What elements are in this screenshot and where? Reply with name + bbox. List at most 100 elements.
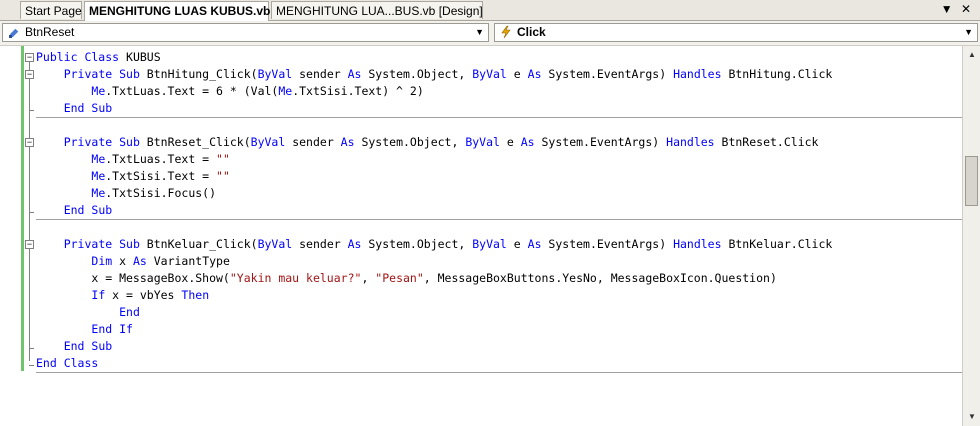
code-token: e	[506, 67, 528, 81]
keyword-token: End If	[91, 322, 133, 336]
code-line[interactable]: Me.TxtLuas.Text = 6 * (Val(Me.TxtSisi.Te…	[36, 83, 832, 100]
editor-gutter	[0, 46, 22, 426]
close-icon[interactable]: ✕	[958, 2, 974, 16]
code-token: System.EventArgs)	[541, 67, 674, 81]
collapse-icon[interactable]: −	[25, 70, 34, 79]
keyword-token: Dim	[91, 254, 113, 268]
procedure-separator	[36, 372, 962, 373]
code-text[interactable]: Public Class KUBUS Private Sub BtnHitung…	[36, 49, 832, 372]
keyword-token: ByVal	[465, 135, 500, 149]
tab-start-page[interactable]: Start Page	[20, 1, 82, 19]
vertical-scrollbar[interactable]: ▲ ▼	[962, 46, 980, 426]
saved-changes-bar	[21, 46, 24, 371]
object-icon	[9, 28, 19, 38]
collapse-icon[interactable]: −	[25, 240, 34, 249]
code-line[interactable]	[36, 117, 832, 134]
code-token: System.EventArgs)	[541, 237, 674, 251]
keyword-token: Me	[91, 169, 106, 183]
keyword-token: End Sub	[63, 339, 113, 353]
keyword-token: Private Sub	[63, 237, 140, 251]
code-token: x = MessageBox.Show(	[36, 271, 230, 285]
document-tab-bar: Start Page MENGHITUNG LUAS KUBUS.vb MENG…	[0, 0, 980, 21]
code-line[interactable]: Me.TxtSisi.Focus()	[36, 185, 832, 202]
code-line[interactable]: End	[36, 304, 832, 321]
outline-end	[29, 348, 34, 349]
tab-code-file[interactable]: MENGHITUNG LUAS KUBUS.vb	[84, 1, 270, 21]
code-line[interactable]: End Sub	[36, 338, 832, 355]
keyword-token: As	[520, 135, 535, 149]
member-combo[interactable]: Click ▼	[494, 23, 978, 42]
outline-end	[29, 365, 34, 366]
code-token: .TxtSisi.Focus()	[105, 186, 217, 200]
scroll-up-button[interactable]: ▲	[964, 47, 980, 63]
member-combo-value: Click	[517, 25, 546, 39]
chevron-down-icon[interactable]: ▼	[939, 2, 955, 16]
object-combo[interactable]: BtnReset ▼	[2, 23, 489, 42]
object-combo-value: BtnReset	[25, 25, 75, 39]
code-line[interactable]: x = MessageBox.Show("Yakin mau keluar?",…	[36, 270, 832, 287]
code-line[interactable]: Dim x As VariantType	[36, 253, 832, 270]
code-token: sender	[285, 135, 341, 149]
code-token: VariantType	[146, 254, 230, 268]
code-line[interactable]: If x = vbYes Then	[36, 287, 832, 304]
code-line[interactable]: Private Sub BtnHitung_Click(ByVal sender…	[36, 66, 833, 83]
keyword-token: End Class	[36, 356, 99, 370]
code-token: .TxtSisi.Text =	[105, 169, 217, 183]
keyword-token: ByVal	[472, 237, 507, 251]
code-line[interactable]: End Sub	[36, 202, 832, 219]
code-token: , MessageBoxButtons.YesNo, MessageBoxIco…	[423, 271, 777, 285]
keyword-token: End Sub	[63, 101, 113, 115]
collapse-icon[interactable]: −	[25, 138, 34, 147]
string-token: ""	[216, 169, 230, 183]
tab-design-file[interactable]: MENGHITUNG LUA...BUS.vb [Design]	[271, 1, 483, 19]
code-token: System.Object,	[361, 237, 473, 251]
code-line[interactable]: Public Class KUBUS	[36, 49, 832, 66]
code-line[interactable]: Private Sub BtnKeluar_Click(ByVal sender…	[36, 236, 833, 253]
keyword-token: As	[340, 135, 355, 149]
code-line[interactable]: Me.TxtLuas.Text = ""	[36, 151, 832, 168]
keyword-token: ByVal	[257, 237, 293, 251]
scroll-down-button[interactable]: ▼	[964, 409, 980, 425]
code-line[interactable]: End If	[36, 321, 832, 338]
chevron-down-icon[interactable]: ▼	[964, 24, 973, 41]
string-token: "Yakin mau keluar?"	[229, 271, 362, 285]
code-token: System.EventArgs)	[534, 135, 667, 149]
code-editor[interactable]: − − − − Public Class KUBUS Private Sub B…	[0, 46, 962, 426]
keyword-token: Me	[91, 84, 106, 98]
code-line[interactable]	[36, 219, 832, 236]
chevron-down-icon[interactable]: ▼	[475, 24, 484, 41]
code-line[interactable]: End Sub	[36, 100, 832, 117]
keyword-token: As	[347, 237, 362, 251]
code-token: BtnKeluar_Click(	[139, 237, 258, 251]
lightning-icon	[501, 25, 511, 39]
tab-controls: ▼ ✕	[939, 2, 974, 16]
keyword-token: As	[347, 67, 362, 81]
code-token: ,	[361, 271, 376, 285]
keyword-token: Handles	[673, 237, 722, 251]
keyword-token: Me	[91, 152, 106, 166]
keyword-token: ByVal	[250, 135, 286, 149]
keyword-token: As	[527, 237, 542, 251]
scrollbar-thumb[interactable]	[965, 156, 978, 206]
code-token: sender	[292, 67, 348, 81]
code-line[interactable]: Private Sub BtnReset_Click(ByVal sender …	[36, 134, 832, 151]
code-line[interactable]: Me.TxtSisi.Text = ""	[36, 168, 832, 185]
keyword-token: Private Sub	[63, 135, 140, 149]
string-token: ""	[216, 152, 230, 166]
code-token: x	[112, 254, 133, 268]
collapse-icon[interactable]: −	[25, 53, 34, 62]
outline-end	[29, 110, 34, 111]
code-token: BtnReset_Click(	[139, 135, 251, 149]
code-token: sender	[292, 237, 348, 251]
code-line[interactable]: End Class	[36, 355, 832, 372]
